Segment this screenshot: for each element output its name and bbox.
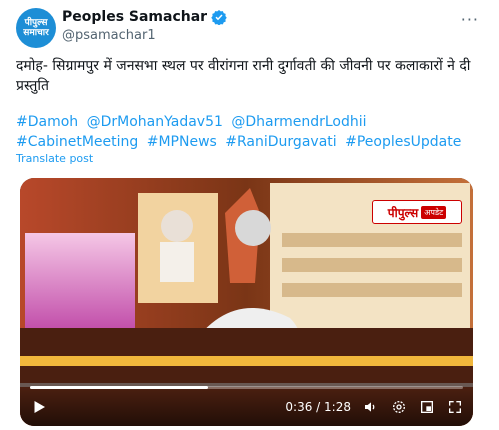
channel-watermark: पीपुल्स अपडेट (372, 200, 462, 224)
mention-link[interactable]: @DharmendrLodhii (231, 114, 366, 130)
more-options-icon[interactable]: ··· (461, 10, 479, 29)
hashtag-link[interactable]: #MPNews (147, 134, 217, 150)
volume-icon[interactable] (363, 399, 379, 415)
avatar[interactable]: पीपुल्स समाचार (16, 8, 56, 48)
tweet-text: दमोह- सिग्रामपुर में जनसभा स्थल पर वीरां… (16, 58, 471, 94)
display-name[interactable]: Peoples Samachar (62, 9, 207, 25)
play-icon[interactable] (30, 398, 48, 416)
fullscreen-icon[interactable] (447, 399, 463, 415)
video-time: 0:36 / 1:28 (285, 400, 351, 414)
popout-icon[interactable] (419, 399, 435, 415)
video-controls: 0:36 / 1:28 (20, 388, 473, 426)
watermark-brand: पीपुल्स (387, 205, 419, 220)
hashtag-link[interactable]: #Damoh (16, 114, 78, 130)
handle[interactable]: @psamachar1 (62, 28, 156, 43)
hashtag-link[interactable]: #RaniDurgavati (225, 134, 336, 150)
author-row: Peoples Samachar (62, 9, 227, 25)
avatar-logo: पीपुल्स समाचार (23, 18, 49, 38)
settings-icon[interactable] (391, 399, 407, 415)
video-player[interactable]: पीपुल्स अपडेट 0:36 / 1:28 (20, 178, 473, 426)
mention-link[interactable]: @DrMohanYadav51 (87, 114, 223, 130)
hashtag-link[interactable]: #CabinetMeeting (16, 134, 138, 150)
hashtag-link[interactable]: #PeoplesUpdate (345, 134, 461, 150)
translate-post-link[interactable]: Translate post (16, 152, 93, 165)
verified-badge-icon (211, 10, 227, 25)
hashtag-list: #Damoh @DrMohanYadav51 @DharmendrLodhii … (16, 112, 476, 152)
watermark-sub: अपडेट (421, 205, 447, 219)
